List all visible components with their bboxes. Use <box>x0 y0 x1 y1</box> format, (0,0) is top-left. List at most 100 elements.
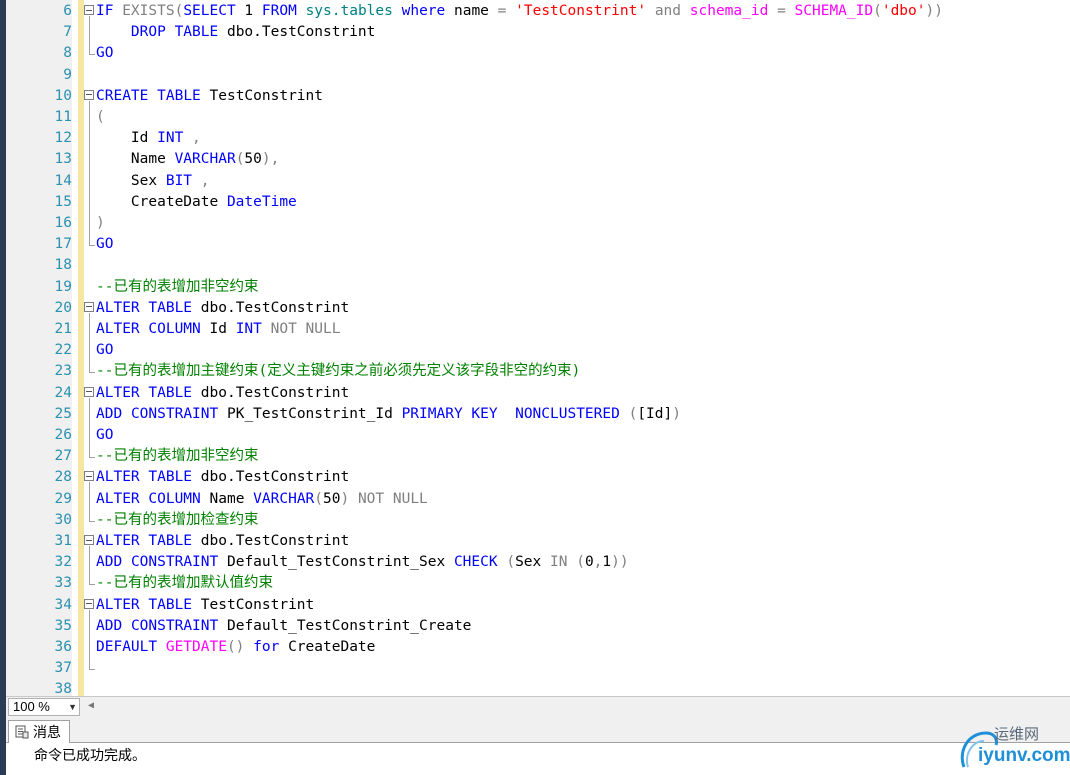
code-line[interactable]: 24 ALTER TABLE dbo.TestConstrint <box>6 383 1070 404</box>
collapse-icon[interactable] <box>84 89 94 100</box>
collapse-icon[interactable] <box>84 386 94 397</box>
code-text: DROP TABLE dbo.TestConstrint <box>96 22 375 43</box>
code-line[interactable]: 9 <box>6 65 1070 86</box>
code-line[interactable]: 26 GO <box>6 425 1070 446</box>
code-token: ( <box>96 109 105 125</box>
code-token: ALTER <box>96 596 140 613</box>
outline-end <box>89 245 95 247</box>
code-line[interactable]: 38 <box>6 679 1070 696</box>
code-line[interactable]: 15 CreateDate DateTime <box>6 192 1070 213</box>
messages-icon <box>15 725 29 739</box>
code-line[interactable]: 17 GO <box>6 234 1070 255</box>
outline-line <box>89 609 90 670</box>
code-line[interactable]: 29 ALTER COLUMN Name VARCHAR(50) NOT NULL <box>6 489 1070 510</box>
code-line[interactable]: 8 GO <box>6 43 1070 64</box>
code-token: TestConstrint <box>200 87 324 104</box>
code-token: ADD <box>96 617 123 634</box>
code-token: ( <box>314 490 324 507</box>
code-token: 1 <box>602 554 612 571</box>
code-token: , <box>192 130 201 147</box>
line-number: 30 <box>54 511 72 528</box>
code-text: CreateDate DateTime <box>96 192 297 213</box>
collapse-icon[interactable] <box>84 5 94 15</box>
query-editor[interactable]: 6 IF EXISTS(SELECT 1 FROM sys.tables wher… <box>6 0 1070 696</box>
code-token: NONCLUSTERED <box>515 405 620 422</box>
code-line[interactable]: 16) <box>6 213 1070 234</box>
code-token: Id <box>96 130 158 147</box>
line-number: 21 <box>54 321 72 337</box>
code-token: --已有的表增加非空约束 <box>96 278 259 295</box>
code-line[interactable]: 31 ALTER TABLE dbo.TestConstrint <box>6 531 1070 552</box>
code-text: GO <box>96 43 113 64</box>
code-token: dbo.TestConstrint <box>218 24 376 41</box>
code-token: SELECT <box>183 3 236 19</box>
code-line[interactable]: 20 ALTER TABLE dbo.TestConstrint <box>6 298 1070 319</box>
code-line[interactable]: 13 Name VARCHAR(50), <box>6 149 1070 170</box>
outline-end <box>89 54 95 56</box>
code-line[interactable]: 28 ALTER TABLE dbo.TestConstrint <box>6 467 1070 488</box>
outline-line <box>89 16 90 55</box>
line-number: 34 <box>54 596 72 613</box>
code-line[interactable]: 14 Sex BIT , <box>6 171 1070 192</box>
code-line[interactable]: 25 ADD CONSTRAINT PK_TestConstrint_Id PRI… <box>6 404 1070 425</box>
code-token: ), <box>261 151 280 168</box>
line-number: 29 <box>54 490 72 507</box>
code-line[interactable]: 33 --已有的表增加默认值约束 <box>6 573 1070 594</box>
code-line[interactable]: 7 DROP TABLE dbo.TestConstrint <box>6 22 1070 43</box>
code-line[interactable]: 30 --已有的表增加检查约束 <box>6 510 1070 531</box>
code-line[interactable]: 19 --已有的表增加非空约束 <box>6 277 1070 298</box>
code-text: --已有的表增加检查约束 <box>96 510 258 531</box>
code-token: CreateDate <box>96 193 227 210</box>
code-token: ALTER <box>96 321 140 337</box>
code-token: GO <box>96 342 114 359</box>
code-line[interactable]: 10 CREATE TABLE TestConstrint <box>6 86 1070 107</box>
code-line[interactable]: 27 --已有的表增加非空约束 <box>6 446 1070 467</box>
code-line[interactable]: 12 Id INT , <box>6 128 1070 149</box>
code-line[interactable]: 21 ALTER COLUMN Id INT NOT NULL <box>6 319 1070 340</box>
code-token: --已有的表增加检查约束 <box>96 511 259 528</box>
code-token: SCHEMA_ID <box>794 3 874 19</box>
collapse-icon[interactable] <box>84 301 94 312</box>
line-number: 18 <box>54 257 72 274</box>
collapse-icon[interactable] <box>84 471 94 482</box>
code-line[interactable]: 34 ALTER TABLE TestConstrint <box>6 595 1070 616</box>
code-line[interactable]: 6 IF EXISTS(SELECT 1 FROM sys.tables wher… <box>6 1 1070 22</box>
code-token: ) <box>96 215 105 231</box>
code-token: Sex <box>515 554 550 571</box>
code-token: TestConstrint <box>192 596 315 613</box>
code-text: Name VARCHAR(50), <box>96 149 279 170</box>
code-line[interactable]: 37 <box>6 658 1070 679</box>
code-token: IN <box>550 554 568 571</box>
code-text: ADD CONSTRAINT Default_TestConstrint_Cre… <box>96 616 471 637</box>
code-token: 50 <box>323 490 341 507</box>
code-token: 'TestConstrint' <box>515 3 647 19</box>
code-text: --已有的表增加非空约束 <box>96 446 258 467</box>
code-line[interactable]: 22 GO <box>6 340 1070 361</box>
code-line[interactable]: 35 ADD CONSTRAINT Default_TestConstrint_C… <box>6 616 1070 637</box>
tab-messages[interactable]: 消息 <box>8 720 70 743</box>
collapse-icon[interactable] <box>84 598 94 609</box>
line-number: 31 <box>54 533 72 549</box>
code-token: PK_TestConstrint_Id <box>218 405 402 422</box>
code-token: KEY <box>471 405 498 422</box>
outline-line <box>89 546 90 585</box>
zoom-dropdown[interactable]: 100 % ▼ <box>8 698 80 716</box>
code-line[interactable]: 23 --已有的表增加主键约束(定义主键约束之前必须先定义该字段非空的约束) <box>6 361 1070 382</box>
scroll-left-icon[interactable]: ◀ <box>88 700 94 711</box>
code-line[interactable]: 18 <box>6 255 1070 276</box>
code-token: BIT <box>165 172 193 189</box>
code-line[interactable]: 32 ADD CONSTRAINT Default_TestConstrint_S… <box>6 552 1070 573</box>
code-line[interactable]: 36 DEFAULT GETDATE() for CreateDate <box>6 637 1070 658</box>
line-number: 7 <box>63 24 72 41</box>
code-line[interactable]: 11 ( <box>6 107 1070 128</box>
code-token: = <box>777 3 786 19</box>
line-number: 25 <box>54 405 72 422</box>
code-text: ALTER COLUMN Name VARCHAR(50) NOT NULL <box>96 489 428 510</box>
code-token: CHECK <box>453 554 498 571</box>
collapse-icon[interactable] <box>84 535 94 545</box>
code-token: ( <box>576 554 585 571</box>
